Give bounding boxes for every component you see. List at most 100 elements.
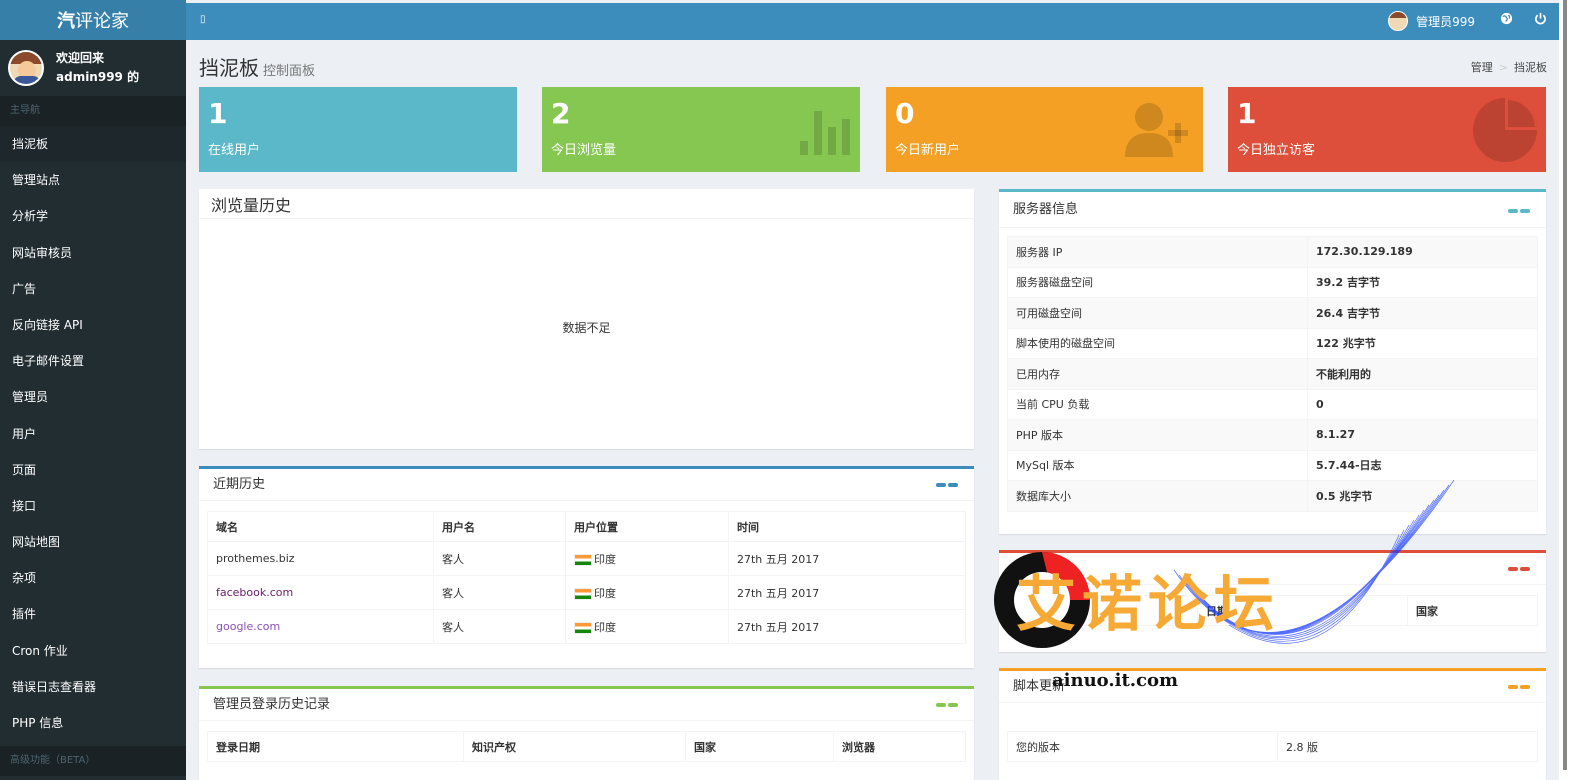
- location-cell: 印度: [565, 609, 729, 644]
- views-history-empty: 数据不足: [562, 321, 611, 335]
- info-value: 39.2 吉字节: [1307, 266, 1538, 298]
- views-history-title: 浏览量历史: [199, 189, 974, 219]
- column-header: 用户位置: [565, 511, 729, 542]
- power-icon[interactable]: [1534, 12, 1547, 29]
- collapse-icon[interactable]: [1508, 685, 1530, 689]
- breadcrumb-home[interactable]: 管理: [1471, 61, 1493, 74]
- username-cell: 客人: [433, 541, 566, 576]
- script-update-box: 脚本更新 您的版本 2.8 版: [999, 668, 1546, 780]
- user-greeting: 欢迎回来: [56, 51, 105, 65]
- script-update-header: 脚本更新: [999, 671, 1546, 703]
- user-add-icon: [1125, 103, 1188, 157]
- table-row: 已用内存 不能利用的: [1007, 358, 1538, 390]
- table-row: 服务器磁盘空间 39.2 吉字节: [1007, 266, 1538, 298]
- server-info-title: 服务器信息: [1013, 202, 1079, 217]
- time-cell: 27th 五月 2017: [728, 575, 966, 610]
- table-row: 服务器 IP 172.30.129.189: [1007, 236, 1538, 268]
- latest-users-title: 最新用户: [1013, 561, 1066, 576]
- info-value: 122 兆字节: [1307, 327, 1538, 359]
- table-row: 当前 CPU 负载 0: [1007, 388, 1538, 420]
- stat-today-views: 2 今日浏览量: [542, 87, 860, 172]
- sidebar-item[interactable]: 分析学: [0, 198, 186, 234]
- india-flag-icon: [574, 621, 592, 634]
- sidebar-item[interactable]: 杂项: [0, 560, 186, 596]
- info-label: 已用内存: [1007, 358, 1308, 390]
- username-cell: 客人: [433, 575, 566, 610]
- info-label: MySql 版本: [1007, 449, 1308, 481]
- stat-unique-visitors: 1 今日独立访客: [1228, 87, 1546, 172]
- admin-login-box: 管理员登录历史记录 登录日期 知识产权 国家 浏览器: [199, 686, 974, 780]
- time-cell: 27th 五月 2017: [728, 541, 966, 576]
- stat-value: 1: [208, 97, 228, 130]
- bar-chart-icon: [800, 111, 850, 155]
- info-label: 可用磁盘空间: [1007, 297, 1308, 329]
- latest-users-table: 用户 日期 国家: [1007, 595, 1538, 626]
- sidebar-item[interactable]: 插件: [0, 596, 186, 632]
- table-row: PHP 版本 8.1.27: [1007, 419, 1538, 451]
- column-header: 登录日期: [207, 731, 464, 762]
- collapse-icon[interactable]: [1508, 567, 1530, 571]
- info-label: PHP 版本: [1007, 419, 1308, 451]
- sidebar-item[interactable]: 反向链接 API: [0, 307, 186, 343]
- stat-label: 今日独立访客: [1237, 143, 1316, 158]
- script-update-title: 脚本更新: [1013, 679, 1066, 694]
- sidebar-item[interactable]: 用户: [0, 416, 186, 452]
- nav-list: 挡泥板 管理站点 分析学 网站审核员 广告 反向链接 API 电子邮件设置 管理员 用户 页面 接口…: [0, 126, 186, 741]
- sidebar: 汽评论家 欢迎回来 admin999 的 主导航 挡泥板 管理站点 分析学 网站审核员…: [0, 0, 186, 780]
- collapse-icon[interactable]: [1508, 209, 1530, 213]
- info-label: 数据库大小: [1007, 480, 1308, 512]
- domain-link[interactable]: facebook.com: [207, 575, 434, 610]
- info-label: 脚本使用的磁盘空间: [1007, 327, 1308, 359]
- script-update-table: 您的版本 2.8 版: [1007, 731, 1538, 762]
- version-value: 2.8 版: [1277, 731, 1538, 762]
- scrollbar[interactable]: [1559, 0, 1587, 780]
- column-header: 浏览器: [833, 731, 966, 762]
- table-row: 数据库大小 0.5 兆字节: [1007, 480, 1538, 512]
- info-value: 8.1.27: [1307, 419, 1538, 451]
- sidebar-item[interactable]: 网站审核员: [0, 235, 186, 271]
- sidebar-toggle-icon[interactable]: ▯: [200, 14, 206, 25]
- column-header: 知识产权: [463, 731, 686, 762]
- column-header: 域名: [207, 511, 434, 542]
- sidebar-item[interactable]: 管理员: [0, 379, 186, 415]
- sidebar-item[interactable]: 错误日志查看器: [0, 669, 186, 705]
- collapse-icon[interactable]: [936, 703, 958, 707]
- sidebar-item[interactable]: PHP 信息: [0, 705, 186, 741]
- server-info-header: 服务器信息: [999, 192, 1546, 228]
- stat-value: 0: [895, 97, 915, 130]
- column-header: 用户名: [433, 511, 566, 542]
- sidebar-item[interactable]: 接口: [0, 488, 186, 524]
- sidebar-item[interactable]: 挡泥板: [0, 126, 186, 163]
- sidebar-item[interactable]: 页面: [0, 452, 186, 488]
- top-user-menu[interactable]: 管理员999: [1388, 11, 1475, 31]
- top-navbar: ▯ 管理员999: [186, 3, 1559, 40]
- recent-history-box: 近期历史 域名 用户名 用户位置 时间 prothemes.biz 客人 印度 27th 五…: [199, 466, 974, 668]
- domain-link[interactable]: prothemes.biz: [207, 541, 434, 576]
- breadcrumb-current: 挡泥板: [1514, 61, 1547, 74]
- stat-online-users: 1 在线用户: [199, 87, 517, 172]
- collapse-icon[interactable]: [936, 483, 958, 487]
- info-value: 5.7.44-日志: [1307, 449, 1538, 481]
- views-history-box: 浏览量历史 数据不足: [199, 189, 974, 449]
- sidebar-item[interactable]: 广告: [0, 271, 186, 307]
- column-header: 国家: [1407, 595, 1538, 626]
- logo-bold: 汽: [57, 11, 75, 32]
- globe-icon[interactable]: [1500, 12, 1513, 29]
- table-row: 脚本使用的磁盘空间 122 兆字节: [1007, 327, 1538, 359]
- sidebar-item[interactable]: 管理站点: [0, 162, 186, 198]
- sidebar-item[interactable]: 电子邮件设置: [0, 343, 186, 379]
- sidebar-item[interactable]: Cron 作业: [0, 633, 186, 669]
- nav-footer[interactable]: 高级功能（BETA）: [0, 746, 186, 776]
- sidebar-item[interactable]: 网站地图: [0, 524, 186, 560]
- admin-login-table: 登录日期 知识产权 国家 浏览器: [207, 731, 966, 762]
- logo-rest: 评论家: [75, 11, 129, 32]
- domain-link[interactable]: google.com: [207, 609, 434, 644]
- info-label: 服务器 IP: [1007, 236, 1308, 268]
- column-header: 日期: [1197, 595, 1408, 626]
- latest-users-header: 最新用户: [999, 553, 1546, 585]
- table-row: 可用磁盘空间 26.4 吉字节: [1007, 297, 1538, 329]
- top-username: 管理员999: [1416, 14, 1475, 29]
- user-panel: 欢迎回来 admin999 的: [0, 40, 186, 96]
- logo[interactable]: 汽评论家: [0, 0, 186, 40]
- page-subtitle: 控制面板: [263, 64, 316, 79]
